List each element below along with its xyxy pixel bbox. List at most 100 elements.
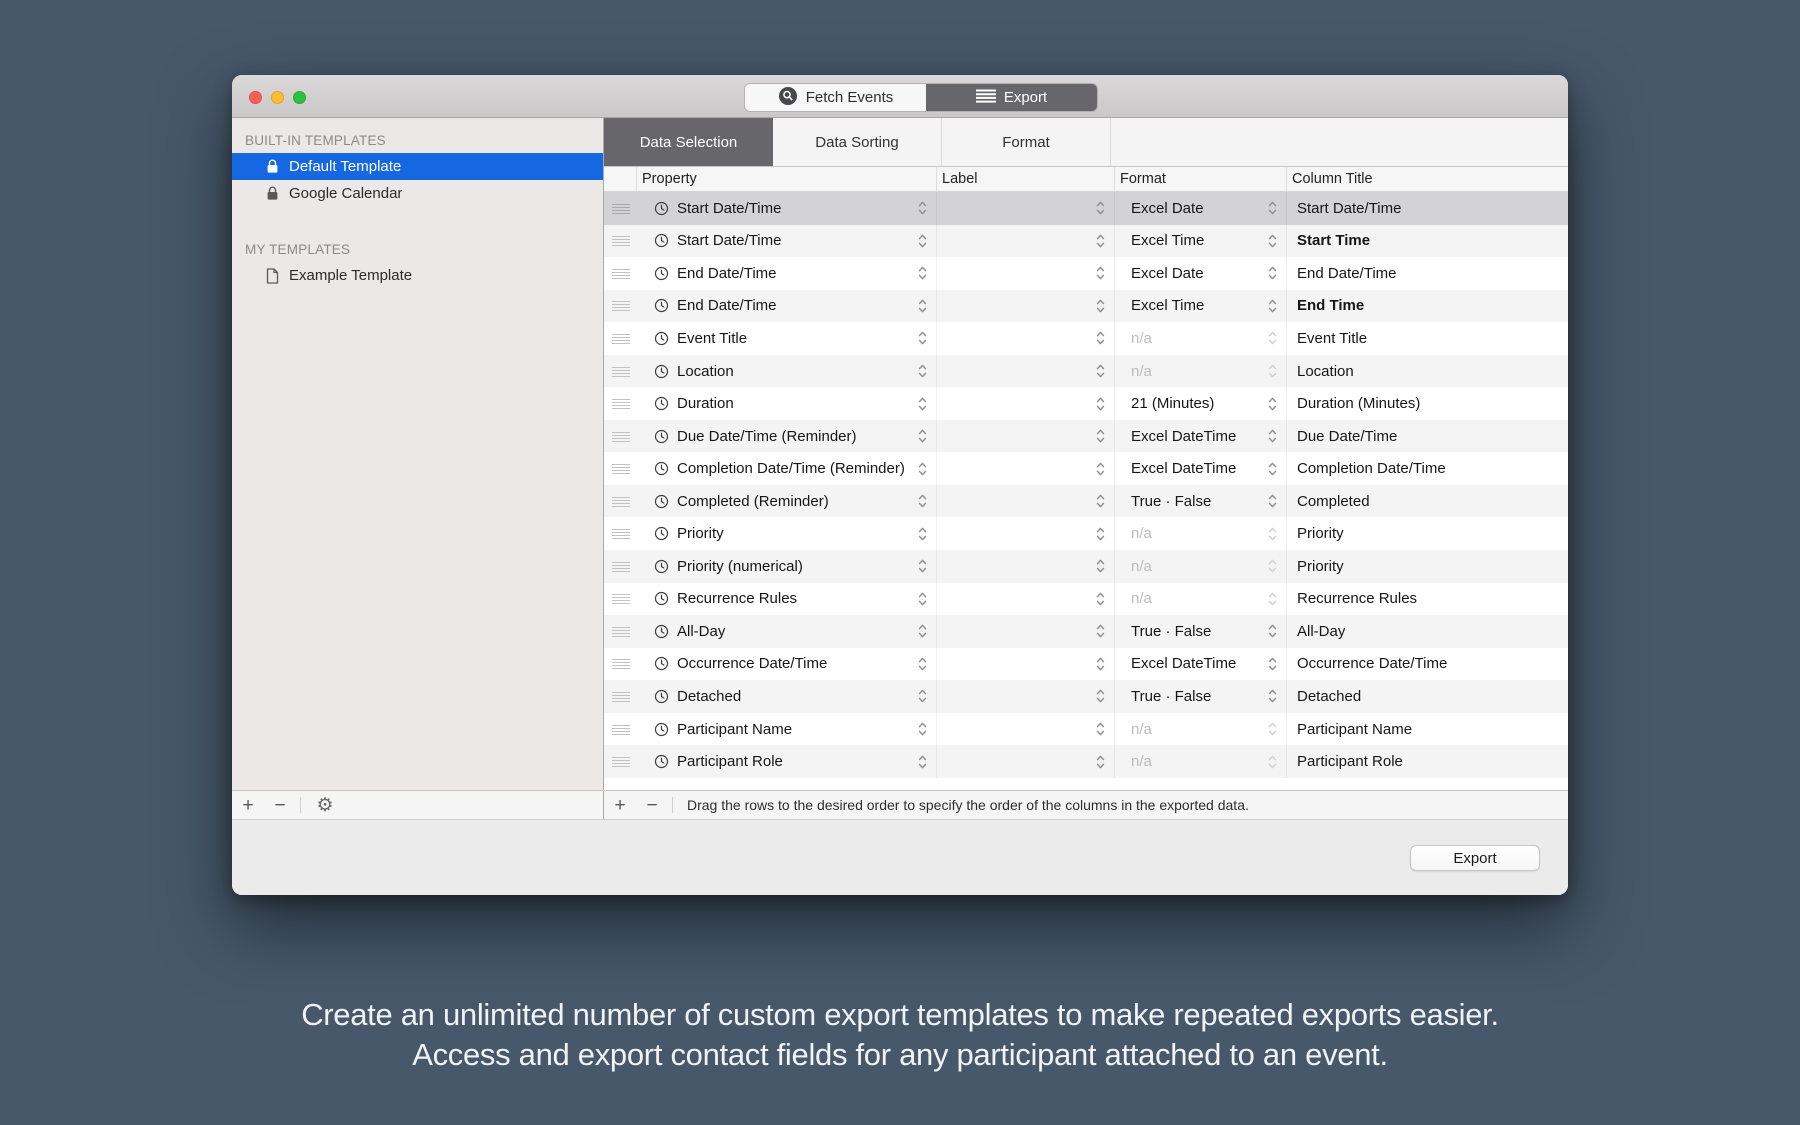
format-dropdown[interactable]: n/a xyxy=(1115,355,1287,388)
drag-handle[interactable] xyxy=(604,387,637,420)
drag-handle[interactable] xyxy=(604,517,637,550)
table-row[interactable]: Start Date/Time Excel Time Start Time xyxy=(604,225,1568,258)
column-title-cell[interactable]: Participant Name xyxy=(1287,713,1568,746)
stepper-icon[interactable] xyxy=(1268,657,1277,671)
stepper-icon[interactable] xyxy=(1268,364,1277,378)
stepper-icon[interactable] xyxy=(1268,299,1277,313)
table-row[interactable]: End Date/Time Excel Date End Date/Time xyxy=(604,257,1568,290)
stepper-icon[interactable] xyxy=(1268,201,1277,215)
drag-handle[interactable] xyxy=(604,583,637,616)
label-dropdown[interactable] xyxy=(937,615,1115,648)
stepper-icon[interactable] xyxy=(918,364,927,378)
table-row[interactable]: All-Day True · False All-Day xyxy=(604,615,1568,648)
stepper-icon[interactable] xyxy=(1268,397,1277,411)
stepper-icon[interactable] xyxy=(918,559,927,573)
stepper-icon[interactable] xyxy=(1096,364,1105,378)
property-dropdown[interactable]: Location xyxy=(637,355,937,388)
drag-handle[interactable] xyxy=(604,257,637,290)
stepper-icon[interactable] xyxy=(1096,527,1105,541)
format-dropdown[interactable]: Excel Date xyxy=(1115,257,1287,290)
drag-handle[interactable] xyxy=(604,420,637,453)
stepper-icon[interactable] xyxy=(1268,266,1277,280)
stepper-icon[interactable] xyxy=(1096,429,1105,443)
table-row[interactable]: Location n/a Location xyxy=(604,355,1568,388)
column-title-cell[interactable]: Duration (Minutes) xyxy=(1287,387,1568,420)
stepper-icon[interactable] xyxy=(1096,234,1105,248)
format-dropdown[interactable]: 21 (Minutes) xyxy=(1115,387,1287,420)
label-dropdown[interactable] xyxy=(937,550,1115,583)
stepper-icon[interactable] xyxy=(1096,722,1105,736)
add-row-button[interactable]: + xyxy=(604,796,636,815)
format-dropdown[interactable]: n/a xyxy=(1115,583,1287,616)
export-button[interactable]: Export xyxy=(1410,845,1540,871)
stepper-icon[interactable] xyxy=(918,266,927,280)
label-dropdown[interactable] xyxy=(937,517,1115,550)
label-dropdown[interactable] xyxy=(937,225,1115,258)
table-row[interactable]: End Date/Time Excel Time End Time xyxy=(604,290,1568,323)
add-template-button[interactable]: + xyxy=(232,796,264,815)
label-dropdown[interactable] xyxy=(937,713,1115,746)
stepper-icon[interactable] xyxy=(1096,559,1105,573)
sidebar-item-google-calendar[interactable]: Google Calendar xyxy=(232,180,603,207)
drag-handle[interactable] xyxy=(604,713,637,746)
drag-handle[interactable] xyxy=(604,680,637,713)
drag-handle[interactable] xyxy=(604,648,637,681)
format-dropdown[interactable]: n/a xyxy=(1115,745,1287,778)
column-title-cell[interactable]: Event Title xyxy=(1287,322,1568,355)
column-title-cell[interactable]: Priority xyxy=(1287,550,1568,583)
drag-handle[interactable] xyxy=(604,192,637,225)
table-row[interactable]: Occurrence Date/Time Excel DateTime Occu… xyxy=(604,648,1568,681)
column-title-cell[interactable]: Recurrence Rules xyxy=(1287,583,1568,616)
stepper-icon[interactable] xyxy=(918,331,927,345)
table-row[interactable]: Detached True · False Detached xyxy=(604,680,1568,713)
format-dropdown[interactable]: True · False xyxy=(1115,615,1287,648)
format-dropdown[interactable]: True · False xyxy=(1115,485,1287,518)
label-dropdown[interactable] xyxy=(937,648,1115,681)
stepper-icon[interactable] xyxy=(1268,592,1277,606)
stepper-icon[interactable] xyxy=(1268,462,1277,476)
stepper-icon[interactable] xyxy=(1096,755,1105,769)
column-title-cell[interactable]: Start Date/Time xyxy=(1287,192,1568,225)
label-dropdown[interactable] xyxy=(937,745,1115,778)
table-row[interactable]: Participant Name n/a Participant Name xyxy=(604,713,1568,746)
sidebar-item-example-template[interactable]: Example Template xyxy=(232,262,603,289)
tab-data-sorting[interactable]: Data Sorting xyxy=(773,118,942,166)
drag-handle[interactable] xyxy=(604,778,637,790)
table-row[interactable]: Priority n/a Priority xyxy=(604,517,1568,550)
format-dropdown[interactable]: Excel Time xyxy=(1115,290,1287,323)
stepper-icon[interactable] xyxy=(1268,331,1277,345)
property-dropdown[interactable]: Priority (numerical) xyxy=(637,550,937,583)
stepper-icon[interactable] xyxy=(1096,462,1105,476)
format-dropdown[interactable]: Excel DateTime xyxy=(1115,648,1287,681)
tab-data-selection[interactable]: Data Selection xyxy=(604,118,773,166)
label-dropdown[interactable] xyxy=(937,387,1115,420)
stepper-icon[interactable] xyxy=(1268,559,1277,573)
minimize-button[interactable] xyxy=(271,91,284,104)
property-dropdown[interactable]: End Date/Time xyxy=(637,290,937,323)
property-dropdown[interactable]: End Date/Time xyxy=(637,257,937,290)
stepper-icon[interactable] xyxy=(1268,755,1277,769)
column-title-cell[interactable]: Participant Role xyxy=(1287,745,1568,778)
column-title-cell[interactable]: Location xyxy=(1287,355,1568,388)
drag-handle[interactable] xyxy=(604,322,637,355)
remove-row-button[interactable]: − xyxy=(636,796,668,815)
stepper-icon[interactable] xyxy=(1096,657,1105,671)
format-dropdown[interactable]: n/a xyxy=(1115,322,1287,355)
format-dropdown[interactable]: Excel Time xyxy=(1115,225,1287,258)
stepper-icon[interactable] xyxy=(918,689,927,703)
format-dropdown[interactable]: Excel Date xyxy=(1115,192,1287,225)
gear-icon[interactable]: ⚙ xyxy=(305,794,345,817)
tab-format[interactable]: Format xyxy=(942,118,1111,166)
property-dropdown[interactable]: Priority xyxy=(637,517,937,550)
stepper-icon[interactable] xyxy=(1096,266,1105,280)
property-dropdown[interactable]: Start Date/Time xyxy=(637,225,937,258)
stepper-icon[interactable] xyxy=(918,657,927,671)
format-dropdown[interactable]: Excel DateTime xyxy=(1115,452,1287,485)
segment-fetch-events[interactable]: Fetch Events xyxy=(745,84,926,111)
drag-handle[interactable] xyxy=(604,225,637,258)
stepper-icon[interactable] xyxy=(1096,494,1105,508)
stepper-icon[interactable] xyxy=(918,397,927,411)
table-row[interactable]: Completed (Reminder) True · False Comple… xyxy=(604,485,1568,518)
format-dropdown[interactable]: Excel DateTime xyxy=(1115,420,1287,453)
column-title-cell[interactable]: Priority xyxy=(1287,517,1568,550)
